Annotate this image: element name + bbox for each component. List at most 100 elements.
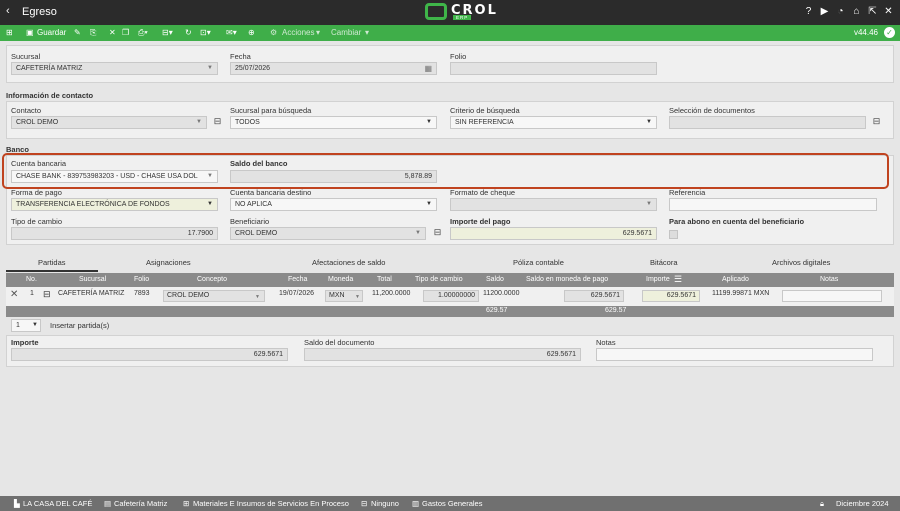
home-icon[interactable]: ⌂ [851,6,862,17]
importe-pago-input[interactable]: 629.5671 [450,227,657,240]
tab-partidas[interactable]: Partidas [38,258,66,267]
row-saldo: 11200.0000 [483,290,520,297]
project-icon: ⊟ [361,499,368,508]
col-tipo-cambio[interactable]: Tipo de cambio [415,276,463,283]
status-project[interactable]: Ninguno [371,499,399,508]
version-label: v44.46 [853,28,878,37]
col-fecha[interactable]: Fecha [288,276,307,283]
rows-count-select[interactable]: 1 ▼ [11,319,41,332]
acciones-button[interactable]: Acciones [282,27,314,39]
summary-notas-input[interactable] [596,348,873,361]
destino-label: Cuenta bancaria destino [230,188,312,197]
contact-card-icon[interactable]: ⊟ [212,116,223,127]
status-company[interactable]: LA CASA DEL CAFÉ [23,499,92,508]
video-icon[interactable]: ▶ [819,6,830,17]
chevron-down-icon: ▼ [32,322,38,328]
tab-bar: Partidas Asignaciones Afectaciones de sa… [6,256,894,272]
refresh-icon[interactable]: ↻ [185,27,192,39]
status-period[interactable]: Diciembre 2024 [836,499,889,508]
criterio-label: Criterio de búsqueda [450,106,520,115]
tab-archivos[interactable]: Archivos digitales [772,258,830,267]
back-arrow-icon[interactable]: ‹ [6,5,10,17]
summary-notas-label: Notas [596,338,616,347]
cambiar-button[interactable]: Cambiar [331,27,361,39]
total-saldo-moneda-pago: 629.57 [605,307,627,314]
sucursal-select[interactable]: CAFETERÍA MATRIZ ▼ [11,62,218,75]
attach-icon[interactable]: ⊟▾ [162,27,173,39]
export-icon[interactable]: ⇱ [867,6,878,17]
col-moneda[interactable]: Moneda [328,276,353,283]
save-button[interactable]: Guardar [37,27,66,39]
edit-row-icon[interactable]: ⊟ [43,289,51,300]
tab-poliza[interactable]: Póliza contable [513,258,564,267]
copy-icon[interactable]: ⎘ [90,27,96,39]
folio-input[interactable] [450,62,657,75]
document-search-icon[interactable]: ⊟ [871,116,882,127]
help-icon[interactable]: ? [803,6,814,17]
sucursal-busqueda-label: Sucursal para búsqueda [230,106,312,115]
abono-checkbox[interactable] [669,230,678,239]
contacto-select[interactable]: CROL DEMO ▼ [11,116,207,129]
edit-icon[interactable]: ✎ [74,27,81,39]
row-importe-input[interactable]: 629.5671 [642,290,700,302]
check-icon[interactable]: ✓ [884,27,895,38]
seleccion-input[interactable] [669,116,866,129]
gear-icon[interactable]: ⚙ [270,27,277,39]
row-concepto-select[interactable]: CROL DEMO ▼ [163,290,265,302]
table-header: No. Sucursal Folio Concepto Fecha Moneda… [6,273,894,287]
contacto-section-title: Información de contacto [6,91,94,100]
col-no[interactable]: No. [26,276,37,283]
sort-lines-icon[interactable]: ☰ [674,274,682,285]
col-total[interactable]: Total [377,276,392,283]
tab-bitacora[interactable]: Bitácora [650,258,678,267]
insert-rows-button[interactable]: Insertar partida(s) [50,321,109,330]
referencia-label: Referencia [669,188,706,197]
table-row[interactable]: ✕ 1 ⊟ CAFETERÍA MATRIZ 7893 CROL DEMO ▼ 1… [6,287,894,306]
forma-pago-select[interactable]: TRANSFERENCIA ELECTRÓNICA DE FONDOS ▼ [11,198,218,211]
col-folio[interactable]: Folio [134,276,149,283]
status-category[interactable]: Materiales E Insumos de Servicios En Pro… [193,499,349,508]
col-saldo[interactable]: Saldo [486,276,504,283]
chevron-down-icon: ▾ [365,28,370,37]
fecha-input[interactable]: 25/07/2026 ▦ [230,62,437,75]
info-icon[interactable]: ⊕ [248,27,255,39]
chevron-down-icon: ▼ [255,294,260,300]
sucursal-busqueda-select[interactable]: TODOS ▼ [230,116,437,129]
chevron-down-icon: ▼ [355,294,360,300]
delete-row-icon[interactable]: ✕ [10,289,18,300]
row-moneda-select[interactable]: MXN ▼ [325,290,363,302]
chat-icon[interactable]: ◔ [835,6,846,17]
print-icon[interactable]: ⎙▾ [138,27,148,39]
formato-select[interactable]: ▼ [450,198,657,211]
save-icon[interactable]: ▣ [26,27,34,39]
row-saldo-moneda-pago: 629.5671 [564,290,624,302]
folio-label: Folio [450,52,467,61]
col-sucursal[interactable]: Sucursal [79,276,106,283]
new-icon[interactable]: ⊞ [6,27,13,39]
status-bar: ▙ LA CASA DEL CAFÉ ▤ Cafetería Matriz ⊞ … [0,496,900,511]
category-icon: ⊞ [183,499,190,508]
tab-afectaciones[interactable]: Afectaciones de saldo [312,258,385,267]
col-aplicado[interactable]: Aplicado [722,276,749,283]
col-concepto[interactable]: Concepto [197,276,227,283]
close-icon[interactable]: ✕ [883,6,894,17]
contact-card-icon[interactable]: ⊟ [432,227,443,238]
status-branch[interactable]: Cafetería Matriz [114,499,167,508]
row-tipo-cambio[interactable]: 1.00000000 [423,290,479,302]
col-saldo-moneda-pago[interactable]: Saldo en moneda de pago [526,276,608,283]
col-notas[interactable]: Notas [820,276,838,283]
status-expense[interactable]: Gastos Generales [422,499,482,508]
criterio-select[interactable]: SIN REFERENCIA ▼ [450,116,657,129]
move-icon[interactable]: ⊡▾ [200,27,211,39]
col-importe[interactable]: Importe [646,276,670,283]
duplicate-icon[interactable]: ❐ [122,27,129,39]
referencia-input[interactable] [669,198,877,211]
mail-icon[interactable]: ✉▾ [226,27,237,39]
beneficiario-select[interactable]: CROL DEMO ▼ [230,227,426,240]
row-notas-input[interactable] [782,290,882,302]
sucursal-label: Sucursal [11,52,41,61]
calendar-icon[interactable]: ▦ [424,63,432,74]
tab-asignaciones[interactable]: Asignaciones [146,258,191,267]
destino-select[interactable]: NO APLICA ▼ [230,198,437,211]
delete-icon[interactable]: ✕ [109,27,116,39]
